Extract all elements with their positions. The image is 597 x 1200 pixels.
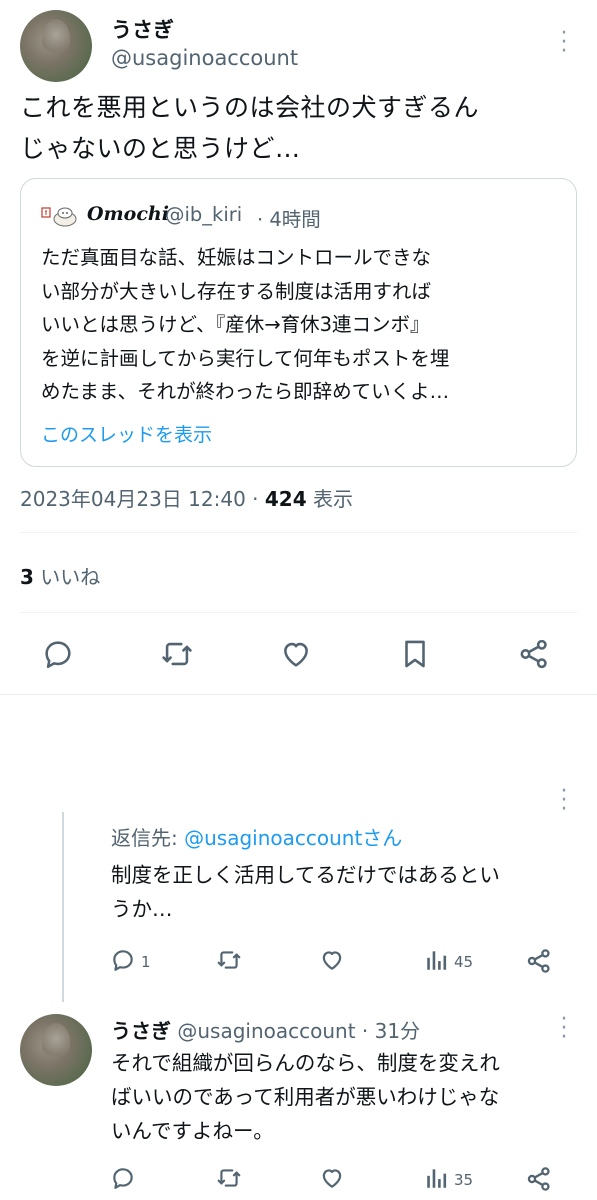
quote-line: ただ真面目な話、妊娠はコントロールできな [41,246,432,269]
reply-2-line: それで組織が回らんのなら、制度を変えれ [111,1051,500,1075]
more-options-icon[interactable]: · · · [557,23,571,63]
tweet-timestamp[interactable]: 2023年04月23日 12:40 [20,487,246,511]
reply-1-line: 制度を正しく活用してるだけではあるとい [111,863,500,887]
main-tweet-line: じゃないのと思うけど… [20,134,301,163]
more-options-icon[interactable]: · · · [557,781,571,821]
main-tweet-text: これを悪用というのは会社の犬すぎるん じゃないのと思うけど… [20,87,580,169]
reply-2-line: いんですよねー。 [111,1119,274,1143]
reply-to-prefix: 返信先: [111,826,185,850]
reply-icon[interactable] [109,947,137,973]
retweet-icon[interactable] [214,947,244,973]
divider [0,694,597,695]
share-icon[interactable] [525,947,553,975]
reply-icon[interactable] [109,1165,137,1191]
views-count: 35 [454,1171,474,1189]
main-author-handle[interactable]: @usaginoaccount [111,46,298,70]
quote-author-avatar [41,203,79,229]
likes-stat[interactable]: 3 いいね [20,561,100,590]
reply-2-header: うさぎ @usaginoaccount · 31分 [111,1015,420,1044]
reply-1-line: うか… [111,897,173,921]
likes-count: 3 [20,565,34,589]
quote-author-name[interactable]: Omochi [87,203,169,225]
quote-line: めたまま、それが終わったら即辞めていくよ… [41,380,450,403]
reply-2-line: ばいいのであって利用者が悪いわけじゃな [111,1085,500,1109]
reply-icon[interactable] [40,637,76,671]
retweet-icon[interactable] [157,637,197,671]
quote-line: を逆に計画してから実行して何年もポストを埋 [41,346,450,370]
bookmark-icon[interactable] [398,637,432,671]
more-options-icon[interactable]: · · · [557,1009,571,1049]
quote-author-handle[interactable]: @ib_kiri [165,203,242,226]
main-author-avatar[interactable] [20,10,92,82]
quote-line: いいとは思うけど、『産休→育休3連コンボ』 [41,313,430,336]
views-count: 424 [264,487,307,511]
reply-to-handle[interactable]: @usaginoaccountさん [184,826,402,850]
main-tweet-line: これを悪用というのは会社の犬すぎるん [20,93,480,122]
quote-time[interactable]: · 4時間 [257,203,321,232]
divider [20,532,577,533]
show-thread-link[interactable]: このスレッドを表示 [41,420,212,447]
divider [20,612,577,613]
quoted-tweet-card[interactable]: Omochi @ib_kiri · 4時間 ただ真面目な話、妊娠はコントロールで… [20,178,577,467]
views-icon[interactable] [424,947,450,973]
views-icon[interactable] [424,1165,450,1191]
reply-2-author-name[interactable]: うさぎ [111,1019,171,1043]
views-count: 45 [454,953,474,971]
reply-count: 1 [141,953,151,971]
likes-label: いいね [40,565,101,589]
quote-text: ただ真面目な話、妊娠はコントロールできな い部分が大きいし存在する制度は活用すれ… [41,241,561,409]
tweet-meta: 2023年04月23日 12:40 · 424 表示 [20,487,353,511]
like-icon[interactable] [318,947,346,973]
main-author-name[interactable]: うさぎ [111,14,174,44]
reply-2-author-handle[interactable]: @usaginoaccount [177,1019,355,1043]
like-icon[interactable] [277,637,315,671]
like-icon[interactable] [318,1165,346,1191]
reply-to-label: 返信先: @usaginoaccountさん [111,822,402,851]
share-icon[interactable] [525,1165,553,1193]
reply-1-text: 制度を正しく活用してるだけではあるとい うか… [111,858,581,926]
views-label: 表示 [312,487,353,511]
quote-line: い部分が大きいし存在する制度は活用すれば [41,279,432,303]
thread-line [62,812,64,1002]
share-icon[interactable] [517,637,551,671]
reply-2-author-avatar[interactable] [20,1014,92,1086]
reply-2-text: それで組織が回らんのなら、制度を変えれ ばいいのであって利用者が悪いわけじゃな … [111,1046,581,1148]
reply-2-time[interactable]: · 31分 [362,1019,420,1043]
retweet-icon[interactable] [214,1165,244,1191]
